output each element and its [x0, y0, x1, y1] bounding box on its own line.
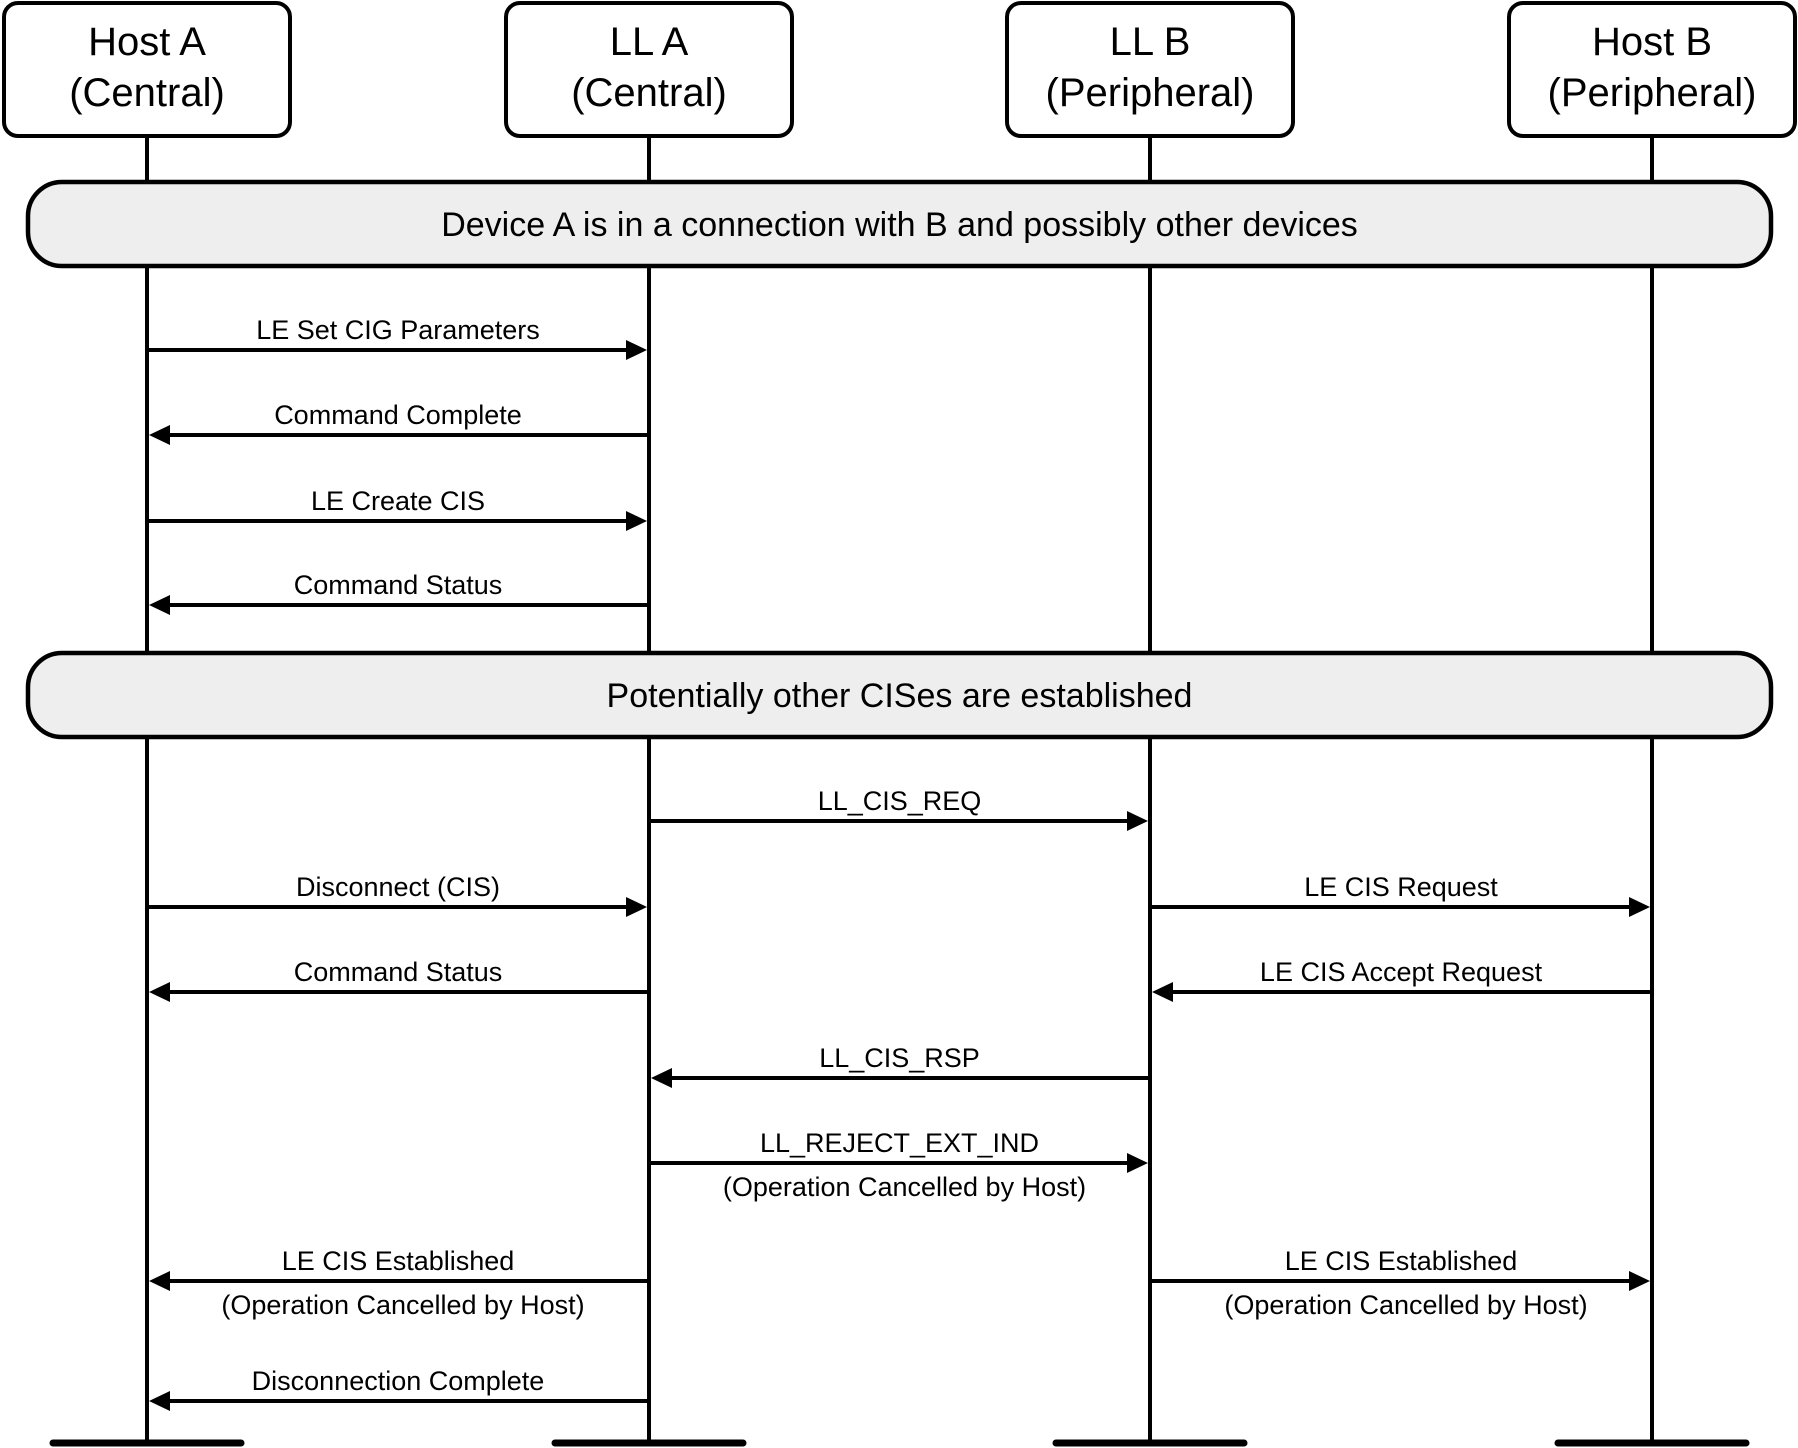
state-band-text: Potentially other CISes are established	[607, 677, 1193, 715]
message-arrow: LE CIS Accept Request	[1152, 957, 1652, 1002]
arrowhead-icon	[1152, 982, 1173, 1002]
participant-llB: LL B (Peripheral)	[1005, 1, 1295, 138]
message-arrow: Disconnection Complete	[149, 1366, 649, 1411]
message-label: LE Create CIS	[311, 486, 485, 516]
message-label: LL_CIS_RSP	[819, 1043, 980, 1073]
message-label: LE CIS Accept Request	[1260, 957, 1543, 987]
message-label: LE CIS Established	[282, 1246, 515, 1276]
sequence-diagram: Device A is in a connection with B and p…	[2, 1, 1797, 1447]
arrowhead-icon	[1127, 1153, 1148, 1173]
bands: Device A is in a connection with B and p…	[25, 179, 1774, 740]
participant-hostB: Host B (Peripheral)	[1507, 1, 1797, 138]
participant-role: (Central)	[69, 71, 225, 115]
message-arrow: LL_REJECT_EXT_IND (Operation Cancelled by…	[649, 1128, 1148, 1202]
message-arrow: LE Set CIG Parameters	[147, 315, 647, 360]
message-arrow: Disconnect (CIS)	[147, 872, 647, 917]
message-label: Command Complete	[274, 400, 522, 430]
participant-role: (Peripheral)	[1046, 71, 1255, 115]
message-arrow: Command Complete	[149, 400, 649, 445]
message-arrow: LE CIS Request	[1150, 872, 1650, 917]
message-sublabel: (Operation Cancelled by Host)	[1224, 1290, 1587, 1320]
participant-role: (Peripheral)	[1548, 71, 1757, 115]
message-label: LE Set CIG Parameters	[256, 315, 540, 345]
messages: LE Set CIG Parameters Command Complete LE …	[147, 315, 1652, 1411]
participant-hostA: Host A (Central)	[2, 1, 292, 138]
participant-role: (Central)	[571, 71, 727, 115]
message-label: LE CIS Request	[1304, 872, 1498, 902]
arrowhead-icon	[626, 897, 647, 917]
arrowhead-icon	[149, 1271, 170, 1291]
message-sublabel: (Operation Cancelled by Host)	[723, 1172, 1086, 1202]
participants: Host A (Central) LL A (Central) LL B (Periphe…	[2, 1, 1797, 138]
participant-name: LL A	[610, 20, 689, 64]
participant-name: Host B	[1592, 20, 1712, 64]
state-band: Potentially other CISes are established	[25, 650, 1774, 740]
message-label: LL_REJECT_EXT_IND	[760, 1128, 1039, 1158]
arrowhead-icon	[626, 340, 647, 360]
message-sublabel: (Operation Cancelled by Host)	[221, 1290, 584, 1320]
message-arrow: LL_CIS_RSP	[651, 1043, 1150, 1088]
arrowhead-icon	[1629, 897, 1650, 917]
message-arrow: LE Create CIS	[147, 486, 647, 531]
arrowhead-icon	[149, 982, 170, 1002]
message-label: Command Status	[294, 570, 503, 600]
arrowhead-icon	[626, 511, 647, 531]
message-arrow: LE CIS Established (Operation Cancelled b…	[149, 1246, 649, 1320]
arrowhead-icon	[651, 1068, 672, 1088]
message-label: Disconnect (CIS)	[296, 872, 500, 902]
participant-llA: LL A (Central)	[504, 1, 794, 138]
message-label: Disconnection Complete	[252, 1366, 545, 1396]
participant-name: LL B	[1110, 20, 1191, 64]
arrowhead-icon	[1127, 811, 1148, 831]
state-band-text: Device A is in a connection with B and p…	[441, 206, 1358, 244]
message-label: Command Status	[294, 957, 503, 987]
message-arrow: LL_CIS_REQ	[649, 786, 1148, 831]
message-label: LE CIS Established	[1285, 1246, 1518, 1276]
state-band: Device A is in a connection with B and p…	[25, 179, 1774, 269]
message-arrow: Command Status	[149, 957, 649, 1002]
message-label: LL_CIS_REQ	[818, 786, 982, 816]
message-arrow: Command Status	[149, 570, 649, 615]
arrowhead-icon	[1629, 1271, 1650, 1291]
message-arrow: LE CIS Established (Operation Cancelled b…	[1150, 1246, 1650, 1320]
arrowhead-icon	[149, 1391, 170, 1411]
participant-name: Host A	[88, 20, 206, 64]
arrowhead-icon	[149, 425, 170, 445]
arrowhead-icon	[149, 595, 170, 615]
